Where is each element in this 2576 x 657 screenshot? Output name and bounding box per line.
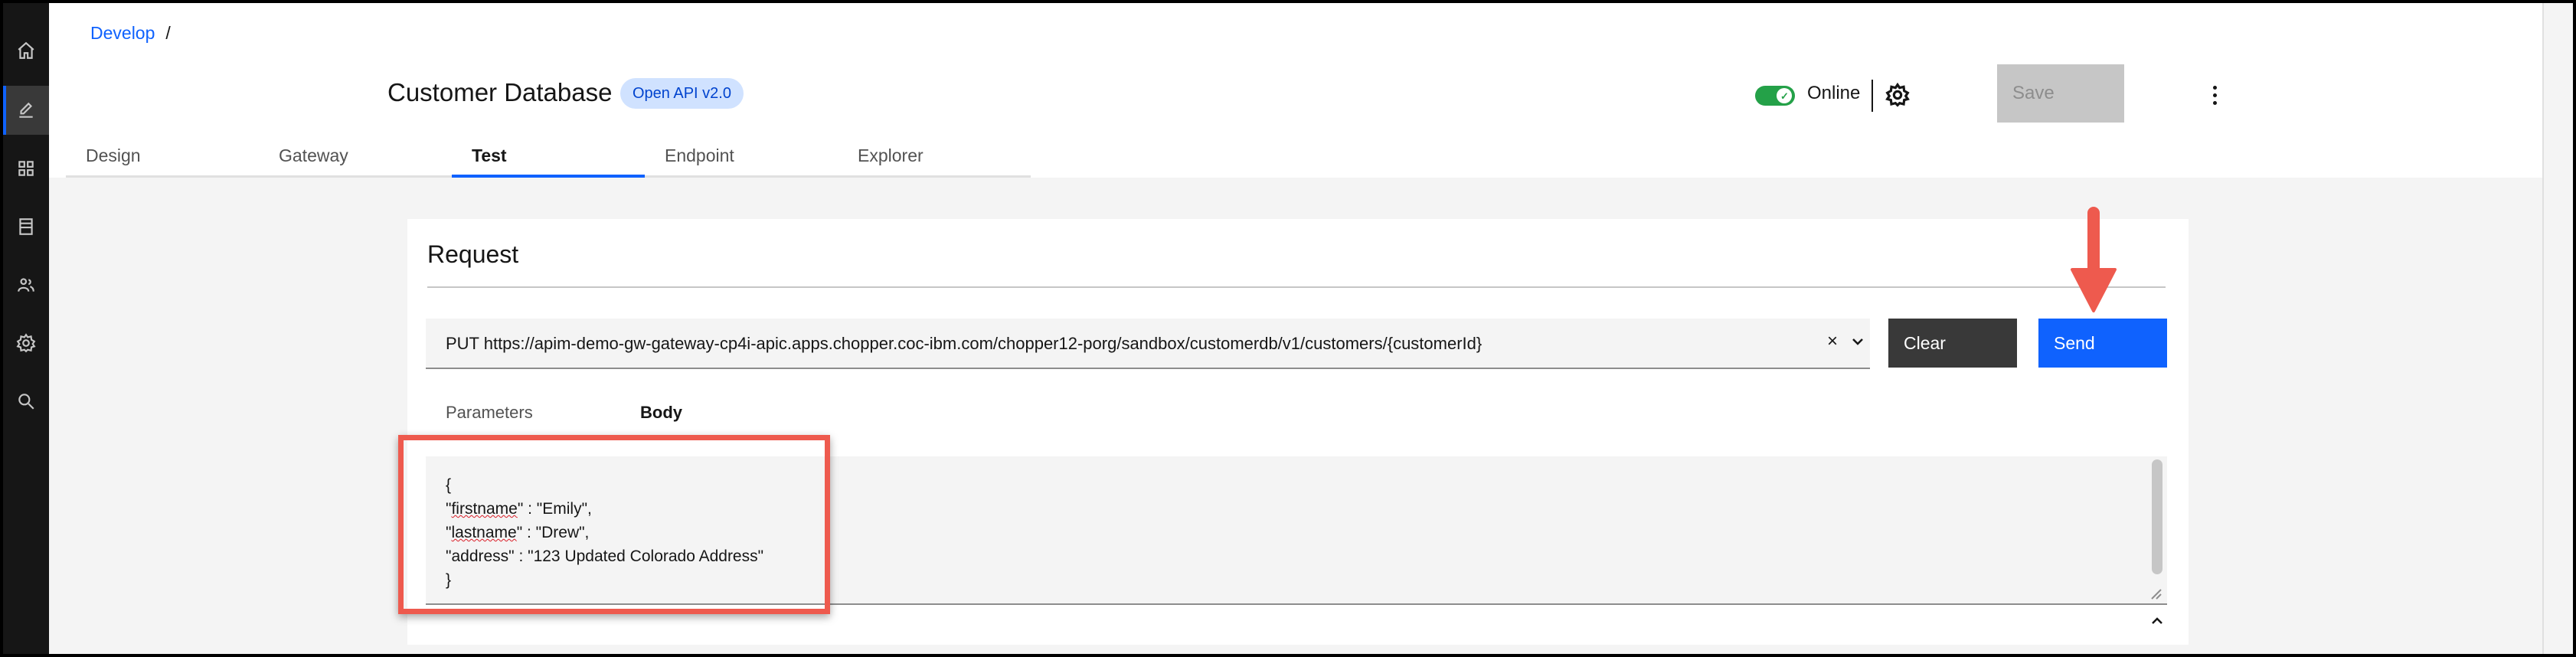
app-frame: Develop / Customer Database Open API v2.… [3, 3, 2573, 654]
editor-scrollbar[interactable] [2152, 459, 2162, 574]
catalog-icon[interactable] [3, 202, 49, 251]
tab-gateway[interactable]: Gateway [259, 138, 452, 178]
clear-button[interactable]: Clear [1888, 319, 2017, 368]
request-url-select[interactable]: PUT https://apim-demo-gw-gateway-cp4i-ap… [426, 319, 1870, 369]
gear-icon [1885, 83, 1910, 107]
edit-icon[interactable] [3, 86, 49, 135]
header-divider [1872, 80, 1873, 112]
tab-endpoint[interactable]: Endpoint [645, 138, 838, 178]
page-header: Develop / Customer Database Open API v2.… [49, 3, 2542, 178]
page-scrollbar[interactable] [2542, 3, 2573, 654]
annotation-arrow-icon [2071, 207, 2117, 312]
chevron-up-icon[interactable] [2149, 613, 2166, 629]
settings-icon[interactable] [3, 319, 49, 368]
overflow-menu-icon[interactable] [2205, 80, 2224, 110]
users-icon[interactable] [3, 260, 49, 309]
breadcrumb-develop-link[interactable]: Develop [90, 23, 155, 44]
checkmark-icon: ✓ [1780, 90, 1789, 102]
tab-body[interactable]: Body [640, 403, 682, 423]
tab-test[interactable]: Test [452, 138, 645, 178]
tab-design[interactable]: Design [66, 138, 259, 178]
breadcrumb: Develop / [90, 23, 171, 44]
request-heading: Request [427, 240, 519, 268]
annotation-highlight-box [398, 435, 830, 614]
left-nav-rail [3, 3, 49, 654]
heading-divider [427, 286, 2166, 288]
tab-parameters[interactable]: Parameters [446, 403, 533, 423]
home-icon[interactable] [3, 26, 49, 75]
request-url-value: PUT https://apim-demo-gw-gateway-cp4i-ap… [446, 334, 1483, 353]
api-version-badge: Open API v2.0 [620, 78, 744, 109]
api-settings-button[interactable] [1881, 78, 1914, 112]
page-title: Customer Database [387, 78, 613, 106]
online-toggle[interactable]: ✓ [1755, 86, 1795, 106]
resize-handle-icon[interactable] [2149, 587, 2162, 600]
tab-explorer[interactable]: Explorer [838, 138, 1031, 178]
api-tabs: Design Gateway Test Endpoint Explorer [66, 138, 1031, 178]
online-status-label: Online [1807, 83, 1861, 103]
send-button[interactable]: Send [2038, 319, 2167, 368]
search-icon[interactable] [3, 377, 49, 426]
apps-icon[interactable] [3, 144, 49, 193]
clear-selection-icon[interactable]: × [1827, 331, 1838, 352]
breadcrumb-separator: / [165, 23, 171, 43]
chevron-down-icon[interactable] [1850, 334, 1865, 349]
save-button[interactable]: Save [1997, 64, 2124, 123]
